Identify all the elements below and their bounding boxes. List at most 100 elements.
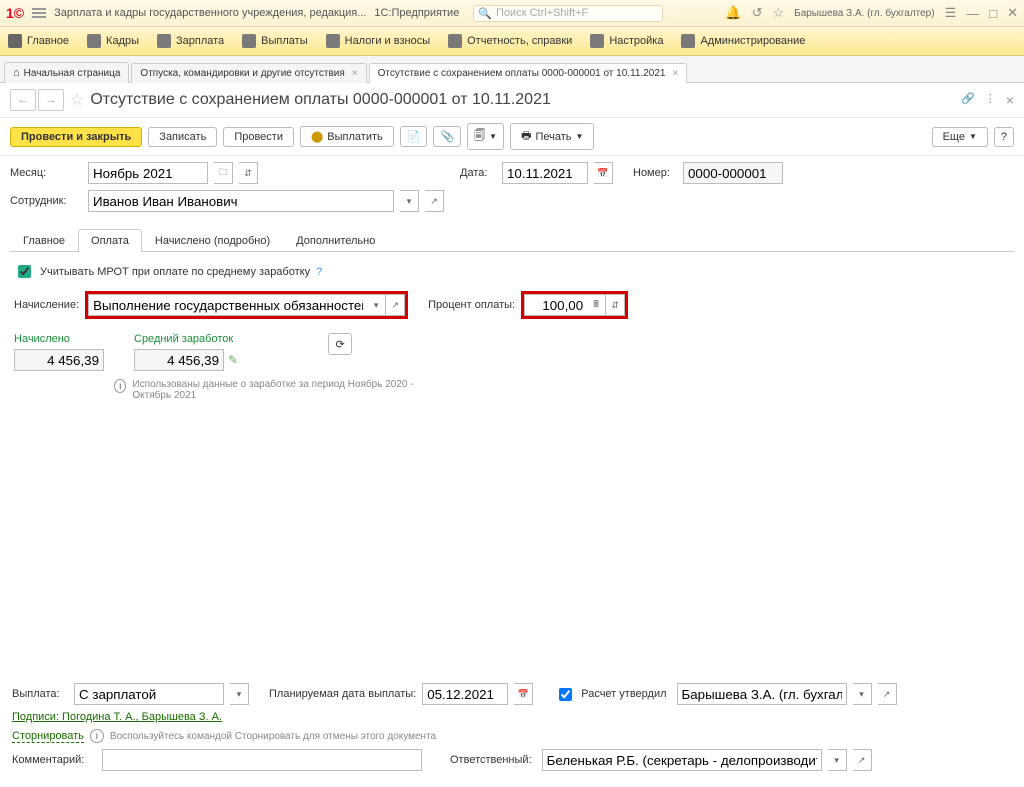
search-placeholder: Поиск Ctrl+Shift+F [496,7,588,19]
menu-settings[interactable]: Настройка [590,34,663,48]
employee-field[interactable] [88,190,394,212]
accrued-label: Начислено [14,333,104,345]
close-window-icon[interactable]: ✕ [1007,5,1018,21]
more-button[interactable]: Еще▼ [932,127,988,147]
bell-icon[interactable]: 🔔 [725,5,741,21]
subtab-main[interactable]: Главное [10,229,78,252]
star-menu-icon [8,34,22,48]
gear-icon [681,34,695,48]
chevron-down-icon[interactable]: ▾ [400,190,419,212]
search-icon: 🔍 [478,7,492,20]
minimize-icon[interactable]: — [966,6,979,21]
home-icon: ⌂ [13,67,20,79]
favorite-toggle-icon[interactable]: ☆ [70,90,84,110]
lines-icon[interactable]: ☰ [945,5,957,21]
post-button[interactable]: Провести [223,127,294,147]
comment-label: Комментарий: [12,754,96,766]
report-icon [448,34,462,48]
chevron-down-icon[interactable]: ▾ [230,683,249,705]
percent-field[interactable] [524,294,587,316]
tab-vacations[interactable]: Отпуска, командировки и другие отсутстви… [131,63,366,83]
approved-by-field[interactable] [677,683,847,705]
accrual-field[interactable] [88,294,367,316]
open-icon[interactable]: ↗ [386,294,405,316]
close-tab-icon[interactable]: × [352,68,358,79]
percent-label: Процент оплаты: [428,299,515,311]
history-icon[interactable]: ↺ [752,5,763,21]
maximize-icon[interactable]: □ [989,6,997,21]
chevron-down-icon[interactable]: ▾ [828,749,847,771]
comment-field[interactable] [102,749,422,771]
payout-field[interactable] [74,683,224,705]
menu-main[interactable]: Главное [8,34,69,48]
calendar-icon[interactable]: 📅 [514,683,533,705]
open-icon[interactable]: ↗ [853,749,872,771]
responsible-field[interactable] [542,749,822,771]
tab-absence-doc[interactable]: Отсутствие с сохранением оплаты 0000-000… [369,63,688,83]
link-icon[interactable]: 🔗 [961,92,975,108]
menu-taxes[interactable]: Налоги и взносы [326,34,431,48]
help-icon[interactable]: ? [316,266,322,278]
percent-icon [326,34,340,48]
storno-hint: Воспользуйтесь командой Сторнировать для… [110,731,436,742]
subtab-extra[interactable]: Дополнительно [283,229,388,252]
payment-tab-content: Учитывать МРОТ при оплате по среднему за… [0,252,1024,411]
star-icon[interactable]: ☆ [772,5,784,21]
pay-button[interactable]: ⬤Выплатить [300,126,394,147]
titlebar: 1© Зарплата и кадры государственного учр… [0,0,1024,27]
open-icon[interactable]: ↗ [878,683,897,705]
close-tab-icon[interactable]: × [672,68,678,79]
global-search[interactable]: 🔍 Поиск Ctrl+Shift+F [473,5,663,22]
spinner-icon[interactable]: ⇵ [239,162,258,184]
save-button[interactable]: Записать [148,127,217,147]
approved-checkbox[interactable] [559,688,572,701]
help-button[interactable]: ? [994,127,1014,147]
nav-forward-button[interactable]: → [38,89,64,111]
doc-header: ← → ☆ Отсутствие с сохранением оплаты 00… [0,83,1024,118]
storno-link[interactable]: Сторнировать [12,730,84,743]
attach-button[interactable]: 📎 [433,126,461,147]
current-user[interactable]: Барышева З.А. (гл. бухгалтер) [794,8,934,19]
print-button[interactable]: 🖶Печать▼ [510,123,594,150]
number-label: Номер: [633,167,677,179]
spinner-icon[interactable]: ⇵ [606,294,625,316]
chevron-down-icon[interactable]: ▾ [367,294,386,316]
signatures-link[interactable]: Подписи: Погодина Т. А., Барышева З. А. [12,711,222,723]
paperclip-icon: 📎 [440,130,454,143]
refresh-button[interactable]: ⟳ [328,333,352,355]
subtab-payment[interactable]: Оплата [78,229,142,252]
avg-value [134,349,224,371]
tab-home[interactable]: ⌂Начальная страница [4,62,129,83]
open-icon[interactable]: ↗ [425,190,444,212]
menu-reports[interactable]: Отчетность, справки [448,34,572,48]
date-field[interactable] [502,162,588,184]
edit-pencil-icon[interactable]: ✎ [228,353,238,367]
close-doc-icon[interactable]: × [1006,92,1014,108]
nav-back-button[interactable]: ← [10,89,36,111]
logo-1c: 1© [6,5,24,21]
calc-icon [157,34,171,48]
app-title: Зарплата и кадры государственного учрежд… [54,7,366,19]
plan-date-field[interactable] [422,683,508,705]
doc-icon-button[interactable]: 📄 [400,126,428,147]
calendar-icon[interactable]: 📅 [594,162,613,184]
doc-title: Отсутствие с сохранением оплаты 0000-000… [90,91,551,109]
menu-burger-icon[interactable] [32,6,46,20]
menu-admin[interactable]: Администрирование [681,34,805,48]
plan-date-label: Планируемая дата выплаты: [269,688,416,700]
mrot-checkbox[interactable] [18,265,31,278]
calendar-icon[interactable]: 🗀 [214,162,233,184]
chevron-down-icon[interactable]: ▾ [853,683,872,705]
menu-payouts[interactable]: Выплаты [242,34,307,48]
post-and-close-button[interactable]: Провести и закрыть [10,127,142,147]
copy-button[interactable]: 🗐▼ [467,123,504,150]
kebab-icon[interactable]: ⋮ [985,92,996,108]
calc-icon[interactable]: 🖩 [587,294,606,316]
document-tabs: ⌂Начальная страница Отпуска, командировк… [0,56,1024,83]
month-field[interactable] [88,162,208,184]
menu-salary[interactable]: Зарплата [157,34,224,48]
menu-hr[interactable]: Кадры [87,34,139,48]
subtab-accrued[interactable]: Начислено (подробно) [142,229,283,252]
wallet-icon [242,34,256,48]
people-icon [87,34,101,48]
